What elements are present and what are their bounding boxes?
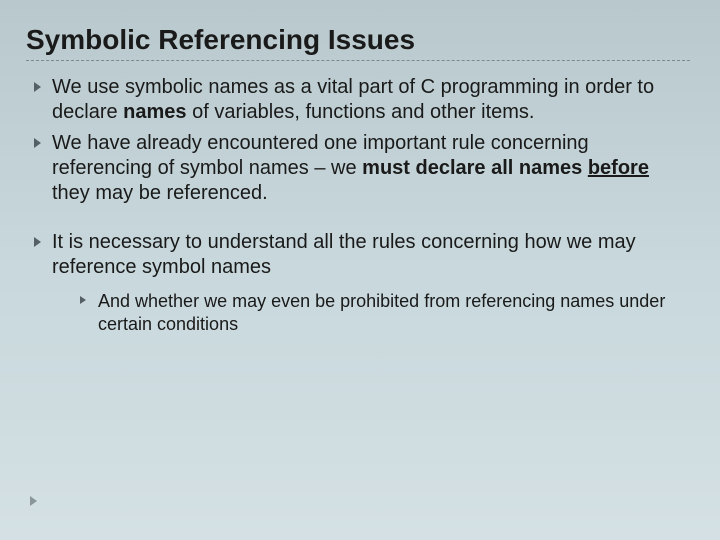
slide-title: Symbolic Referencing Issues xyxy=(26,24,690,56)
bullet-item: We use symbolic names as a vital part of… xyxy=(30,75,690,125)
sub-bullet-text: And whether we may even be prohibited fr… xyxy=(98,291,665,334)
sub-bullet-item: And whether we may even be prohibited fr… xyxy=(78,290,690,336)
sub-bullet-list: And whether we may even be prohibited fr… xyxy=(52,290,690,336)
main-bullet-list: We use symbolic names as a vital part of… xyxy=(26,75,690,206)
bullet-text: of variables, functions and other items. xyxy=(187,101,535,123)
bullet-text-bold-underline: before xyxy=(588,157,649,179)
bullet-text-bold: must declare all names xyxy=(362,157,582,179)
bullet-item: It is necessary to understand all the ru… xyxy=(30,230,690,336)
spacer xyxy=(26,212,690,230)
bullet-text: they may be referenced. xyxy=(52,182,268,204)
bullet-text-bold: names xyxy=(123,101,186,123)
footer-bullet-icon xyxy=(30,496,37,506)
main-bullet-list: It is necessary to understand all the ru… xyxy=(26,230,690,336)
title-divider xyxy=(26,60,690,61)
bullet-text: It is necessary to understand all the ru… xyxy=(52,231,636,278)
bullet-item: We have already encountered one importan… xyxy=(30,131,690,206)
